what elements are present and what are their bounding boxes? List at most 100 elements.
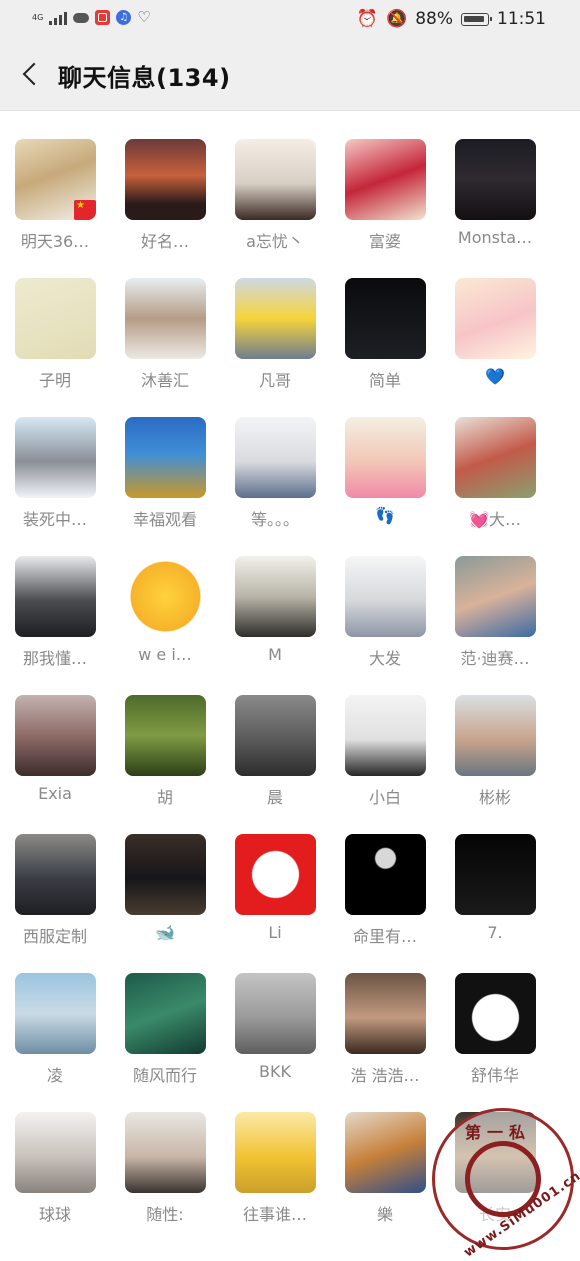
status-right: ⏰ 🔕 88% 11:51: [357, 9, 546, 29]
member-name: Li: [268, 923, 282, 942]
member-name: 👣: [375, 506, 395, 525]
avatar[interactable]: [125, 695, 206, 776]
status-left: 4G ♫ ♡: [32, 10, 151, 25]
member-item[interactable]: 浩 浩浩…: [330, 944, 440, 1085]
avatar[interactable]: [15, 695, 96, 776]
avatar[interactable]: [15, 973, 96, 1054]
avatar[interactable]: [235, 417, 316, 498]
back-arrow-icon[interactable]: [18, 60, 44, 90]
cloud-icon: [73, 12, 90, 23]
member-name: w e i…: [138, 645, 192, 664]
avatar[interactable]: [235, 139, 316, 220]
member-item[interactable]: 沐善汇: [110, 249, 220, 390]
member-item[interactable]: 7.: [440, 805, 550, 942]
member-item[interactable]: 彬彬: [440, 666, 550, 807]
avatar[interactable]: [125, 973, 206, 1054]
mute-icon: 🔕: [386, 9, 408, 29]
member-item[interactable]: 凌: [0, 944, 110, 1085]
avatar[interactable]: [235, 695, 316, 776]
member-item[interactable]: 🐋: [110, 805, 220, 942]
member-item[interactable]: 幸福观看: [110, 388, 220, 529]
avatar[interactable]: [235, 278, 316, 359]
member-name: 球球: [38, 1205, 71, 1224]
avatar[interactable]: [345, 417, 426, 498]
member-item[interactable]: 樂: [330, 1083, 440, 1224]
member-name: M: [268, 645, 282, 664]
avatar[interactable]: [345, 1112, 426, 1193]
avatar[interactable]: [125, 139, 206, 220]
avatar[interactable]: [455, 973, 536, 1054]
member-item[interactable]: a忘忧丶: [220, 110, 330, 251]
avatar[interactable]: [235, 1112, 316, 1193]
avatar[interactable]: [125, 278, 206, 359]
avatar[interactable]: [455, 139, 536, 220]
avatar[interactable]: [455, 278, 536, 359]
member-name: 樂: [376, 1205, 393, 1224]
member-item[interactable]: w e i…: [110, 527, 220, 664]
avatar[interactable]: [235, 973, 316, 1054]
member-item[interactable]: 富婆: [330, 110, 440, 251]
avatar[interactable]: [455, 417, 536, 498]
avatar[interactable]: [345, 973, 426, 1054]
avatar[interactable]: [455, 695, 536, 776]
member-name: 往事谁…: [242, 1205, 307, 1224]
member-item[interactable]: 球球: [0, 1083, 110, 1224]
watermark-top-text: 第一私: [465, 1123, 532, 1142]
member-item[interactable]: BKK: [220, 944, 330, 1081]
avatar[interactable]: [125, 417, 206, 498]
avatar[interactable]: [15, 417, 96, 498]
avatar[interactable]: [125, 834, 206, 915]
status-bar: 4G ♫ ♡ ⏰ 🔕 88% 11:51: [0, 0, 580, 40]
member-item[interactable]: 西服定制: [0, 805, 110, 946]
member-item[interactable]: 随风而行: [110, 944, 220, 1085]
avatar[interactable]: [125, 1112, 206, 1193]
member-item[interactable]: 💓大…: [440, 388, 550, 529]
member-item[interactable]: 明天36…: [0, 110, 110, 251]
member-item[interactable]: 那我懂…: [0, 527, 110, 668]
avatar[interactable]: [125, 556, 206, 637]
member-item[interactable]: 往事谁…: [220, 1083, 330, 1224]
avatar[interactable]: [345, 278, 426, 359]
flag-icon: [74, 200, 96, 220]
avatar[interactable]: [235, 834, 316, 915]
member-name: Exia: [38, 784, 72, 803]
member-item[interactable]: 👣: [330, 388, 440, 525]
member-item[interactable]: 凡哥: [220, 249, 330, 390]
member-item[interactable]: 命里有…: [330, 805, 440, 946]
member-item[interactable]: 小白: [330, 666, 440, 807]
member-item[interactable]: 子明: [0, 249, 110, 390]
member-item[interactable]: 装死中…: [0, 388, 110, 529]
member-item[interactable]: Monsta…: [440, 110, 550, 247]
member-item[interactable]: 简单: [330, 249, 440, 390]
member-name: Monsta…: [457, 228, 533, 247]
member-item[interactable]: 胡: [110, 666, 220, 807]
avatar[interactable]: [15, 834, 96, 915]
avatar[interactable]: [345, 695, 426, 776]
member-item[interactable]: Li: [220, 805, 330, 942]
avatar[interactable]: [455, 556, 536, 637]
member-item[interactable]: 范·迪赛…: [440, 527, 550, 668]
avatar[interactable]: [455, 834, 536, 915]
avatar[interactable]: [15, 278, 96, 359]
avatar[interactable]: [345, 139, 426, 220]
member-item[interactable]: 随性:: [110, 1083, 220, 1224]
member-item[interactable]: 💙: [440, 249, 550, 386]
avatar[interactable]: [345, 556, 426, 637]
member-item[interactable]: 等。。。: [220, 388, 330, 529]
member-item[interactable]: 晨: [220, 666, 330, 807]
member-item[interactable]: Exia: [0, 666, 110, 803]
clock: 11:51: [497, 9, 546, 29]
member-item[interactable]: M: [220, 527, 330, 664]
member-name: BKK: [259, 1062, 291, 1081]
member-item[interactable]: 好名…: [110, 110, 220, 251]
avatar[interactable]: [15, 1112, 96, 1193]
avatar[interactable]: [235, 556, 316, 637]
avatar[interactable]: [15, 139, 96, 220]
music-icon: ♫: [116, 10, 132, 25]
avatar[interactable]: [15, 556, 96, 637]
member-item[interactable]: 大发: [330, 527, 440, 668]
battery-icon: [461, 12, 492, 26]
member-item[interactable]: 舒伟华: [440, 944, 550, 1085]
avatar[interactable]: [345, 834, 426, 915]
member-name: 随性:: [146, 1205, 184, 1224]
